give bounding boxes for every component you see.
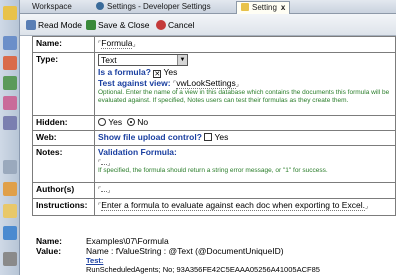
notes-label: Notes: bbox=[32, 145, 95, 183]
test-view-help: Optional. Enter the name of a view in th… bbox=[98, 89, 390, 104]
instructions-label: Instructions: bbox=[32, 198, 95, 216]
field-bracket-close: ⌟ bbox=[107, 187, 111, 194]
prop-value-line3: RunScheduledAgents; No; 93A356FE42C5EAAA… bbox=[86, 265, 320, 274]
type-select[interactable]: Text ▼ bbox=[98, 54, 188, 66]
instructions-field[interactable]: Enter a formula to evaluate against each… bbox=[101, 200, 365, 211]
calendar-icon[interactable] bbox=[3, 56, 17, 70]
cancel-button[interactable]: Cancel bbox=[156, 18, 194, 32]
cancel-icon bbox=[156, 20, 166, 30]
setting-form: Name: ⌜Formula⌟ Type: Text ▼ Is a formula… bbox=[32, 36, 396, 216]
database-icon[interactable] bbox=[3, 160, 17, 174]
tab-workspace[interactable]: Workspace bbox=[28, 1, 72, 14]
replication-icon[interactable] bbox=[3, 116, 17, 130]
read-mode-label: Read Mode bbox=[38, 20, 82, 30]
bookmark-icon[interactable] bbox=[3, 182, 17, 196]
cancel-label: Cancel bbox=[168, 20, 195, 30]
action-bar: Read Mode Save & Close Cancel bbox=[20, 14, 396, 36]
is-formula-yes: Yes bbox=[163, 67, 178, 77]
read-mode-button[interactable]: Read Mode bbox=[26, 18, 82, 32]
prop-value-label: Value: bbox=[36, 246, 62, 256]
read-mode-icon bbox=[26, 20, 36, 30]
validation-help: If specified, the formula should return … bbox=[98, 167, 328, 174]
field-bracket-close: ⌟ bbox=[132, 41, 136, 48]
tab-developer-settings[interactable]: Settings - Developer Settings bbox=[92, 1, 211, 14]
tab-setting[interactable]: Setting x bbox=[236, 1, 290, 14]
save-icon bbox=[86, 20, 96, 30]
hidden-label: Hidden: bbox=[32, 115, 95, 131]
tab-label: Workspace bbox=[32, 2, 72, 11]
hidden-yes-radio[interactable] bbox=[98, 118, 106, 126]
database-icon bbox=[96, 2, 104, 10]
tab-label: Setting bbox=[252, 3, 277, 12]
authors-label: Author(s) bbox=[32, 182, 95, 199]
test-view-field[interactable]: vwLookSettings bbox=[176, 78, 236, 89]
left-sidebar bbox=[0, 0, 20, 275]
save-close-label: Save & Close bbox=[98, 20, 150, 30]
todo-icon[interactable] bbox=[3, 96, 17, 110]
chevron-down-icon: ▼ bbox=[177, 55, 187, 65]
validation-formula-label: Validation Formula: bbox=[98, 147, 177, 157]
prop-name-label: Name: bbox=[36, 236, 62, 246]
upload-control-label: Show file upload control? bbox=[98, 132, 202, 142]
is-formula-label: Is a formula? bbox=[98, 67, 151, 77]
tab-label: Settings - Developer Settings bbox=[107, 2, 211, 11]
form-table: Name: ⌜Formula⌟ Type: Text ▼ Is a formula… bbox=[32, 36, 396, 216]
type-select-value: Text bbox=[101, 55, 117, 65]
field-bracket-close: ⌟ bbox=[364, 203, 369, 210]
mail-icon[interactable] bbox=[3, 36, 17, 50]
name-field[interactable]: Formula bbox=[101, 38, 133, 49]
test-view-label: Test against view: bbox=[98, 78, 171, 88]
upload-control-yes: Yes bbox=[214, 132, 229, 142]
prop-value-line1: Name : fValueString : @Text (@DocumentUn… bbox=[86, 246, 284, 256]
hidden-no-radio[interactable] bbox=[126, 118, 135, 126]
prop-name-value: Examples\07\Formula bbox=[86, 236, 169, 246]
name-label: Name: bbox=[32, 36, 95, 53]
tab-bar: Workspace Settings - Developer Settings … bbox=[20, 0, 396, 14]
trash-icon[interactable] bbox=[3, 252, 17, 266]
save-close-button[interactable]: Save & Close bbox=[86, 18, 150, 32]
hidden-yes-label: Yes bbox=[108, 117, 123, 127]
folder-icon[interactable] bbox=[3, 204, 17, 218]
upload-control-checkbox[interactable] bbox=[204, 133, 213, 141]
is-formula-checkbox[interactable]: ✕ bbox=[153, 70, 162, 78]
home-icon[interactable] bbox=[3, 6, 17, 20]
document-icon bbox=[241, 3, 249, 11]
field-bracket-close: ⌟ bbox=[235, 81, 240, 88]
close-icon[interactable]: x bbox=[281, 3, 285, 12]
field-bracket-close: ⌟ bbox=[107, 160, 111, 167]
prop-value-test: Test: bbox=[86, 256, 104, 265]
web-label: Web: bbox=[32, 130, 95, 146]
hidden-no-label: No bbox=[137, 117, 149, 127]
star-icon[interactable] bbox=[3, 226, 17, 240]
contacts-icon[interactable] bbox=[3, 76, 17, 90]
type-label: Type: bbox=[32, 52, 95, 116]
